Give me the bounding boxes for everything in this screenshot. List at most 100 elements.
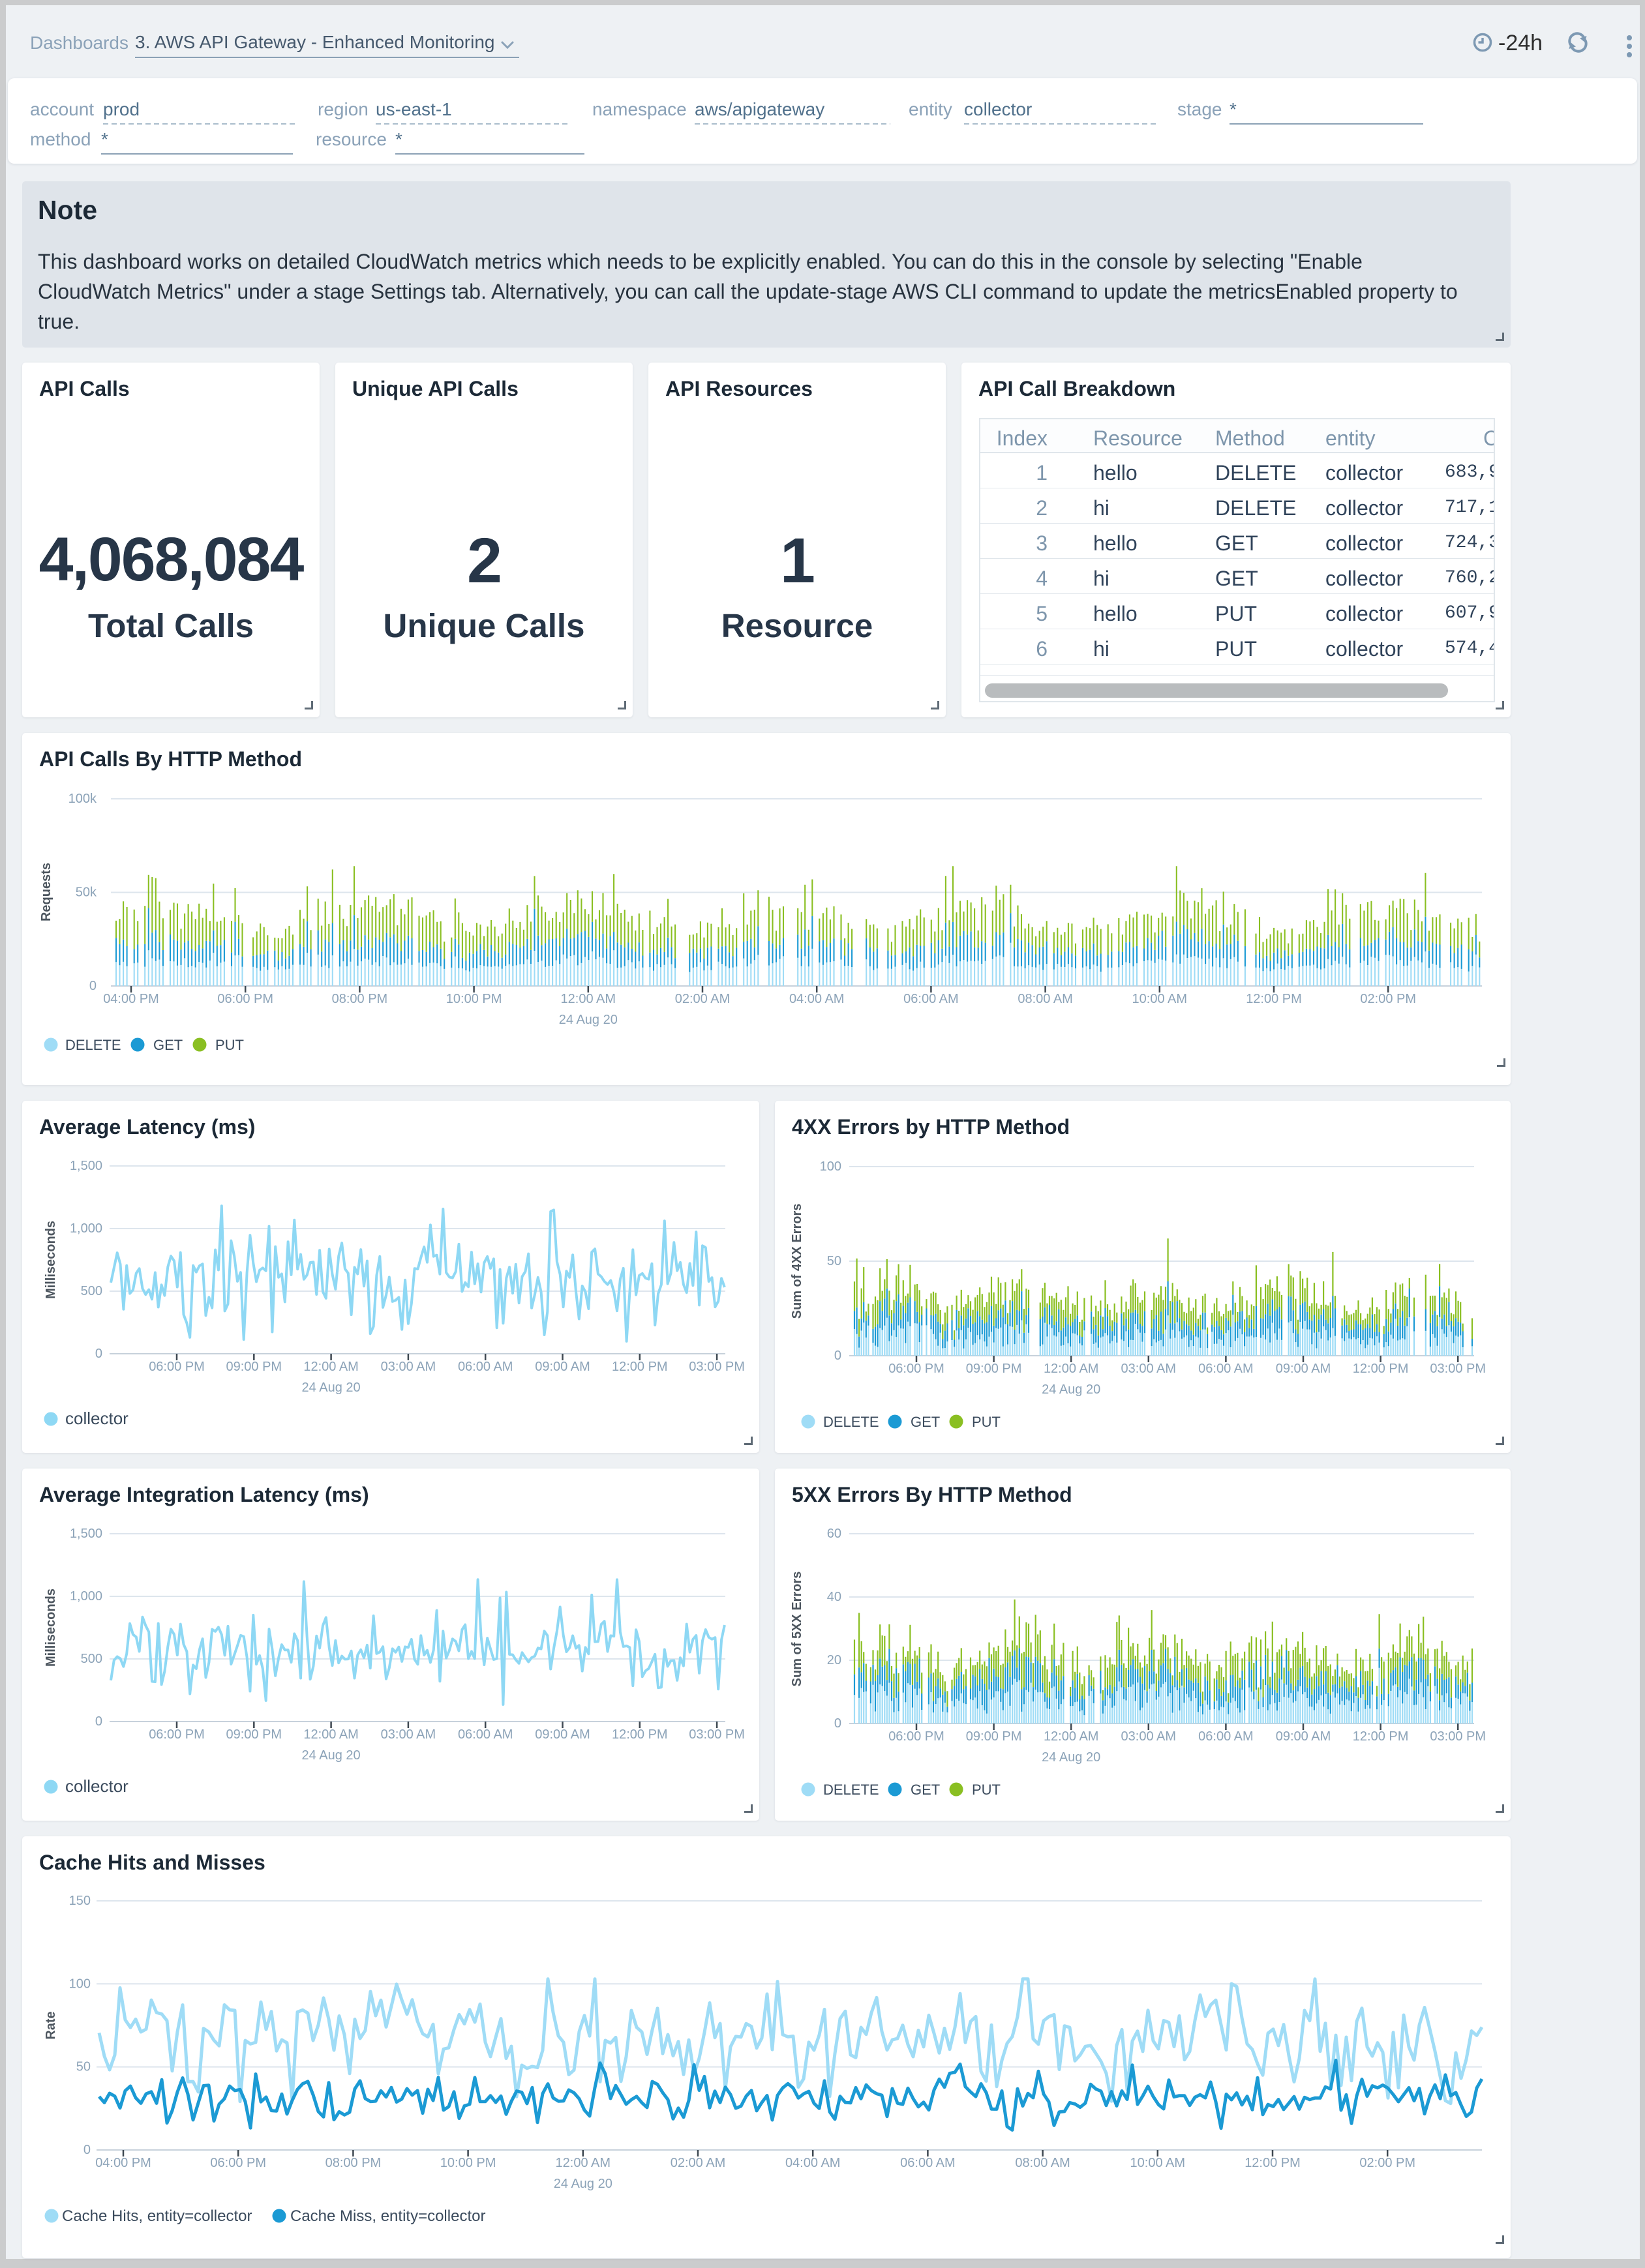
- svg-text:0: 0: [95, 1347, 102, 1361]
- svg-text:09:00 PM: 09:00 PM: [226, 1360, 282, 1374]
- svg-text:Milliseconds: Milliseconds: [44, 1589, 58, 1667]
- svg-text:12:00 AM: 12:00 AM: [556, 2156, 611, 2170]
- svg-text:10:00 PM: 10:00 PM: [446, 992, 502, 1006]
- svg-text:Cache Hits, entity=collector: Cache Hits, entity=collector: [62, 2207, 252, 2225]
- svg-text:50: 50: [827, 1254, 841, 1268]
- svg-text:24 Aug 20: 24 Aug 20: [302, 1380, 361, 1395]
- svg-text:10:00 AM: 10:00 AM: [1132, 992, 1188, 1006]
- svg-text:04:00 AM: 04:00 AM: [789, 992, 845, 1006]
- svg-text:50: 50: [76, 2060, 91, 2074]
- svg-text:0: 0: [834, 1349, 841, 1363]
- svg-text:12:00 AM: 12:00 AM: [1044, 1729, 1099, 1744]
- svg-text:100: 100: [820, 1159, 841, 1174]
- svg-text:Sum of 5XX Errors: Sum of 5XX Errors: [790, 1572, 804, 1687]
- svg-text:08:00 AM: 08:00 AM: [1015, 2156, 1070, 2170]
- svg-text:DELETE: DELETE: [65, 1037, 121, 1053]
- svg-text:06:00 PM: 06:00 PM: [217, 992, 273, 1006]
- svg-text:06:00 PM: 06:00 PM: [888, 1362, 944, 1376]
- svg-text:12:00 AM: 12:00 AM: [303, 1360, 359, 1374]
- svg-text:collector: collector: [65, 1409, 128, 1428]
- svg-text:PUT: PUT: [215, 1037, 244, 1053]
- svg-text:06:00 PM: 06:00 PM: [210, 2156, 266, 2170]
- svg-text:12:00 AM: 12:00 AM: [1044, 1362, 1099, 1376]
- svg-text:09:00 AM: 09:00 AM: [535, 1727, 590, 1742]
- svg-text:10:00 PM: 10:00 PM: [440, 2156, 496, 2170]
- svg-text:Requests: Requests: [39, 863, 53, 921]
- svg-text:04:00 PM: 04:00 PM: [95, 2156, 151, 2170]
- svg-text:02:00 PM: 02:00 PM: [1359, 2156, 1415, 2170]
- svg-text:Rate: Rate: [44, 2011, 58, 2039]
- svg-text:1,000: 1,000: [70, 1589, 102, 1604]
- svg-text:1,000: 1,000: [70, 1221, 102, 1236]
- svg-text:08:00 PM: 08:00 PM: [332, 992, 388, 1006]
- svg-text:04:00 PM: 04:00 PM: [103, 992, 159, 1006]
- svg-text:06:00 PM: 06:00 PM: [888, 1729, 944, 1744]
- svg-text:09:00 PM: 09:00 PM: [966, 1729, 1022, 1744]
- svg-text:24 Aug 20: 24 Aug 20: [559, 1013, 618, 1027]
- svg-text:09:00 AM: 09:00 AM: [1276, 1362, 1331, 1376]
- svg-text:08:00 AM: 08:00 AM: [1018, 992, 1073, 1006]
- svg-text:03:00 AM: 03:00 AM: [1121, 1729, 1177, 1744]
- svg-text:06:00 PM: 06:00 PM: [149, 1727, 205, 1742]
- svg-text:03:00 AM: 03:00 AM: [381, 1727, 436, 1742]
- svg-text:02:00 AM: 02:00 AM: [675, 992, 731, 1006]
- svg-text:60: 60: [827, 1527, 841, 1541]
- svg-text:100k: 100k: [68, 792, 97, 806]
- svg-text:12:00 PM: 12:00 PM: [612, 1360, 668, 1374]
- svg-text:24 Aug 20: 24 Aug 20: [1042, 1382, 1100, 1397]
- svg-text:Milliseconds: Milliseconds: [44, 1221, 58, 1299]
- svg-text:1,500: 1,500: [70, 1159, 102, 1173]
- svg-text:06:00 AM: 06:00 AM: [1198, 1362, 1254, 1376]
- svg-text:03:00 AM: 03:00 AM: [381, 1360, 436, 1374]
- svg-text:1,500: 1,500: [70, 1527, 102, 1541]
- svg-text:06:00 AM: 06:00 AM: [458, 1727, 513, 1742]
- svg-text:12:00 PM: 12:00 PM: [612, 1727, 668, 1742]
- svg-text:03:00 PM: 03:00 PM: [689, 1727, 745, 1742]
- svg-text:GET: GET: [153, 1037, 183, 1053]
- svg-text:DELETE: DELETE: [823, 1782, 879, 1798]
- svg-text:GET: GET: [911, 1782, 940, 1798]
- svg-text:0: 0: [83, 2143, 91, 2157]
- svg-text:10:00 AM: 10:00 AM: [1130, 2156, 1186, 2170]
- svg-text:PUT: PUT: [972, 1782, 1001, 1798]
- svg-text:02:00 AM: 02:00 AM: [671, 2156, 726, 2170]
- svg-text:06:00 AM: 06:00 AM: [458, 1360, 513, 1374]
- svg-text:12:00 PM: 12:00 PM: [1245, 2156, 1301, 2170]
- svg-text:06:00 AM: 06:00 AM: [1198, 1729, 1254, 1744]
- svg-text:12:00 AM: 12:00 AM: [561, 992, 616, 1006]
- svg-text:24 Aug 20: 24 Aug 20: [554, 2177, 612, 2191]
- svg-text:12:00 PM: 12:00 PM: [1353, 1729, 1409, 1744]
- svg-text:Sum of 4XX Errors: Sum of 4XX Errors: [790, 1204, 804, 1319]
- svg-text:03:00 PM: 03:00 PM: [1430, 1729, 1486, 1744]
- svg-text:03:00 AM: 03:00 AM: [1121, 1362, 1177, 1376]
- svg-text:50k: 50k: [76, 886, 97, 900]
- svg-text:12:00 PM: 12:00 PM: [1246, 992, 1302, 1006]
- svg-text:08:00 PM: 08:00 PM: [325, 2156, 382, 2170]
- svg-text:collector: collector: [65, 1776, 128, 1796]
- svg-text:PUT: PUT: [972, 1414, 1001, 1430]
- svg-text:500: 500: [81, 1284, 102, 1298]
- svg-text:500: 500: [81, 1652, 102, 1666]
- svg-text:09:00 PM: 09:00 PM: [966, 1362, 1022, 1376]
- svg-text:0: 0: [95, 1714, 102, 1729]
- svg-text:Cache Miss, entity=collector: Cache Miss, entity=collector: [290, 2207, 485, 2225]
- svg-text:24 Aug 20: 24 Aug 20: [1042, 1750, 1100, 1765]
- svg-text:06:00 PM: 06:00 PM: [149, 1360, 205, 1374]
- svg-text:09:00 AM: 09:00 AM: [535, 1360, 590, 1374]
- svg-text:150: 150: [69, 1894, 91, 1908]
- svg-text:06:00 AM: 06:00 AM: [900, 2156, 956, 2170]
- svg-text:03:00 PM: 03:00 PM: [1430, 1362, 1486, 1376]
- svg-text:09:00 AM: 09:00 AM: [1276, 1729, 1331, 1744]
- svg-text:100: 100: [69, 1977, 91, 1991]
- svg-text:12:00 AM: 12:00 AM: [303, 1727, 359, 1742]
- svg-text:20: 20: [827, 1653, 841, 1667]
- svg-text:09:00 PM: 09:00 PM: [226, 1727, 282, 1742]
- svg-text:0: 0: [89, 979, 97, 993]
- svg-text:DELETE: DELETE: [823, 1414, 879, 1430]
- svg-text:0: 0: [834, 1716, 841, 1731]
- svg-text:04:00 AM: 04:00 AM: [785, 2156, 841, 2170]
- svg-text:GET: GET: [911, 1414, 940, 1430]
- svg-text:40: 40: [827, 1590, 841, 1604]
- svg-text:12:00 PM: 12:00 PM: [1353, 1362, 1409, 1376]
- svg-text:03:00 PM: 03:00 PM: [689, 1360, 745, 1374]
